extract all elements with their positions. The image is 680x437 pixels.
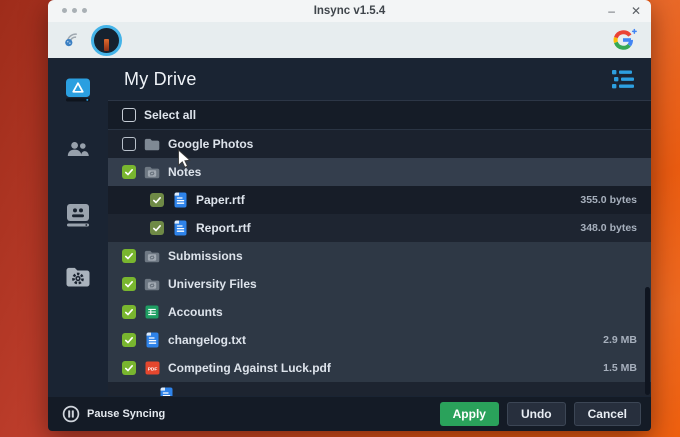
select-all-label: Select all [144,108,197,122]
pause-syncing-button[interactable]: Pause Syncing [62,405,165,423]
apply-button[interactable]: Apply [439,402,499,426]
list-view-icon[interactable] [611,69,635,89]
folder-sync-icon [144,166,160,178]
check-icon [125,253,133,260]
list-item[interactable]: changelog.txt 2.9 MB [108,326,651,354]
sync-status-icon[interactable] [62,28,82,53]
people-icon [67,142,89,156]
file-size: 355.0 bytes [580,194,637,206]
pause-icon [62,405,80,423]
checkbox[interactable] [122,137,136,151]
list-item[interactable]: Google Photos [108,130,651,158]
doc-icon [174,192,186,208]
sheet-icon [145,305,159,319]
check-icon [153,225,161,232]
contact-card-icon [67,204,89,227]
checkbox[interactable] [122,361,136,375]
list-item[interactable]: Notes [108,158,651,186]
list-item[interactable]: Accounts [108,298,651,326]
file-size: 2.9 MB [603,334,637,346]
svg-text:PDF: PDF [147,366,157,372]
list-item[interactable]: Submissions [108,242,651,270]
scrollbar-thumb[interactable] [645,287,650,395]
titlebar: Insync v1.5.4 – ✕ [48,0,651,22]
google-plus-icon[interactable] [611,28,637,52]
insync-window: Insync v1.5.4 – ✕ My Drive Select all Go… [48,0,651,431]
file-name: Report.rtf [196,221,251,235]
footer-bar: Pause Syncing Apply Undo Cancel [48,397,651,431]
doc-icon [160,387,172,396]
checkbox[interactable] [122,305,136,319]
cancel-button[interactable]: Cancel [573,402,641,426]
folder-sync-icon [144,250,160,262]
pdf-icon: PDF [145,361,159,375]
file-size: 348.0 bytes [580,222,637,234]
list-item[interactable]: University Files [108,270,651,298]
checkbox[interactable] [122,165,136,179]
list-item[interactable]: Paper.rtf 355.0 bytes [108,186,651,214]
file-name: University Files [168,277,257,291]
checkbox[interactable] [122,333,136,347]
check-icon [125,365,133,372]
sidebar-item-contacts[interactable] [48,203,108,266]
doc-icon [146,332,158,348]
folder-icon [144,138,160,150]
drive-header: My Drive [108,58,651,101]
account-toolbar [48,22,651,58]
drive-icon [66,78,90,102]
list-item[interactable]: Report.rtf 348.0 bytes [108,214,651,242]
sidebar-item-shared[interactable] [48,140,108,203]
file-list: Google Photos Notes Paper.rtf 355.0 bytes Re… [108,130,651,382]
file-name: Accounts [168,305,223,319]
file-name: Google Photos [168,137,254,151]
close-button[interactable]: ✕ [631,5,641,17]
window-title: Insync v1.5.4 [313,5,386,17]
checkbox[interactable] [150,221,164,235]
check-icon [153,197,161,204]
check-icon [125,337,133,344]
window-dots-icon [62,8,87,13]
check-icon [125,281,133,288]
file-name: Competing Against Luck.pdf [168,361,331,375]
account-avatar[interactable] [91,24,122,56]
file-name: Paper.rtf [196,193,245,207]
folder-gear-icon [66,267,90,287]
page-title: My Drive [124,68,197,89]
pause-syncing-label: Pause Syncing [87,408,166,420]
sidebar [48,58,108,397]
file-name: Submissions [168,249,243,263]
file-name: Notes [168,165,202,179]
checkbox[interactable] [150,193,164,207]
list-item[interactable]: PDF Competing Against Luck.pdf 1.5 MB [108,354,651,382]
check-icon [125,169,133,176]
select-all-checkbox[interactable] [122,108,136,122]
sidebar-item-my-drive[interactable] [48,77,108,140]
check-icon [125,309,133,316]
checkbox[interactable] [122,249,136,263]
sidebar-item-folder-settings[interactable] [48,266,108,329]
partial-row [108,382,651,396]
doc-icon [174,220,186,236]
undo-button[interactable]: Undo [506,402,566,426]
checkbox[interactable] [122,277,136,291]
folder-sync-icon [144,278,160,290]
file-name: changelog.txt [168,333,247,347]
minimize-button[interactable]: – [608,5,615,17]
desktop-highlight [650,0,680,437]
select-all-row[interactable]: Select all [108,101,651,130]
file-size: 1.5 MB [603,362,637,374]
